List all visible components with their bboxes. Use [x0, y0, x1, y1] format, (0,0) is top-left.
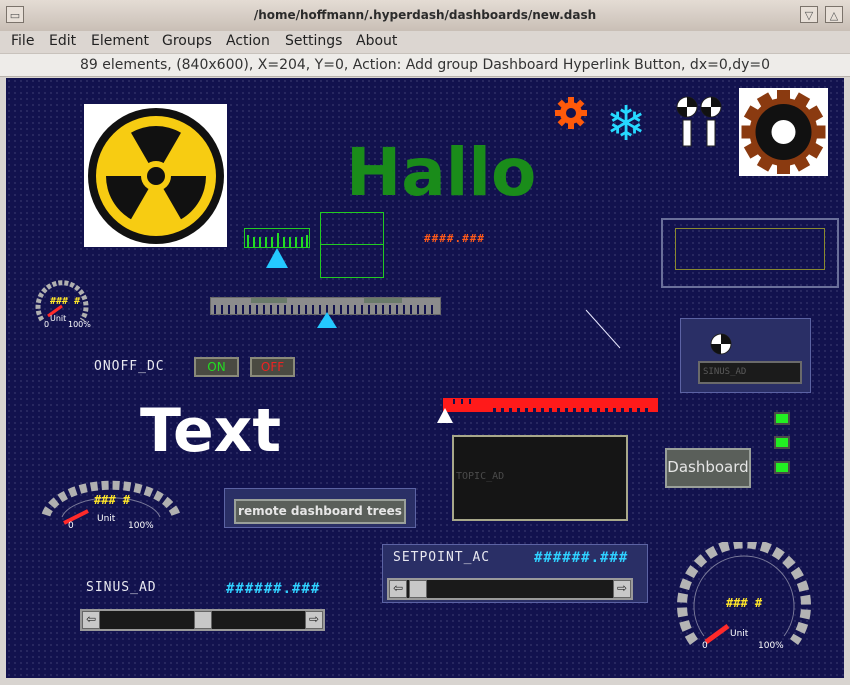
- setpoint-slider[interactable]: ⇦ ⇨: [387, 578, 633, 600]
- pointer-icon: [266, 248, 288, 274]
- remote-dashboard-trees-button[interactable]: remote dashboard trees: [234, 499, 406, 524]
- minimize-icon[interactable]: ▽: [800, 6, 818, 23]
- orange-value-display[interactable]: ####.###: [424, 232, 485, 245]
- medium-gauge-max: 100%: [128, 521, 154, 531]
- status-led-2: [774, 436, 790, 449]
- setpoint-label: SETPOINT_AC: [393, 550, 491, 565]
- setpoint-value: ######.###: [534, 550, 629, 566]
- menu-edit[interactable]: Edit: [49, 33, 76, 49]
- hallo-text[interactable]: Hallo: [346, 134, 536, 211]
- ticker-pointer-icon: [437, 408, 453, 428]
- snowflake-icon[interactable]: ❄: [606, 100, 646, 148]
- diagonal-line[interactable]: [584, 308, 624, 354]
- medium-gauge-min: 0: [68, 521, 74, 531]
- small-gauge-min: 0: [44, 320, 50, 329]
- menu-settings[interactable]: Settings: [285, 33, 342, 49]
- cogwheel-icon[interactable]: [739, 88, 828, 176]
- checkered-icon: [710, 333, 732, 359]
- menu-action[interactable]: Action: [226, 33, 270, 49]
- off-button[interactable]: OFF: [250, 357, 295, 377]
- topic-display[interactable]: TOPIC_AD: [452, 435, 628, 521]
- sinus-slider-thumb[interactable]: [194, 611, 212, 629]
- sinus-panel[interactable]: SINUS_AD: [680, 318, 811, 393]
- radiation-icon[interactable]: [84, 104, 227, 247]
- onoff-label: ONOFF_DC: [94, 359, 165, 374]
- dashboard-canvas[interactable]: Hallo ❄ ####.### ### # Unit 0 100% SINUS…: [6, 78, 844, 678]
- setpoint-panel: SETPOINT_AC ######.### ⇦ ⇨: [382, 544, 648, 603]
- slider-right-icon[interactable]: ⇨: [613, 580, 631, 598]
- title-bar: ▭ /home/hoffmann/.hyperdash/dashboards/n…: [0, 0, 850, 32]
- sinus-slider[interactable]: ⇦ ⇨: [80, 609, 325, 631]
- sinus-slider-left-icon[interactable]: ⇦: [82, 611, 100, 629]
- sinus-value: ######.###: [226, 581, 321, 597]
- sinus-label: SINUS_AD: [86, 580, 157, 595]
- large-gauge-unit: Unit: [730, 629, 749, 639]
- crosshair-frame[interactable]: [320, 212, 384, 278]
- menu-bar: File Edit Element Groups Action Settings…: [0, 31, 850, 53]
- green-scale[interactable]: [244, 228, 310, 248]
- large-gauge-value: ### #: [726, 596, 763, 610]
- on-button[interactable]: ON: [194, 357, 239, 377]
- scale-pointer-icon: [317, 312, 337, 332]
- big-text-label[interactable]: Text: [140, 396, 281, 466]
- sinus-slider-right-icon[interactable]: ⇨: [305, 611, 323, 629]
- dashboard-hyperlink-button[interactable]: Dashboard: [665, 448, 751, 488]
- status-bar: 89 elements, (840x600), X=204, Y=0, Acti…: [0, 53, 850, 77]
- small-gauge-unit: Unit: [50, 314, 67, 323]
- menu-file[interactable]: File: [11, 33, 34, 49]
- remote-panel: remote dashboard trees: [224, 488, 416, 528]
- menu-about[interactable]: About: [356, 33, 397, 49]
- medium-gauge-unit: Unit: [97, 514, 116, 524]
- menu-element[interactable]: Element: [91, 33, 149, 49]
- large-gauge-min: 0: [702, 641, 708, 651]
- window-title: /home/hoffmann/.hyperdash/dashboards/new…: [253, 8, 597, 22]
- red-ticker[interactable]: [443, 398, 658, 413]
- medium-gauge-value: ### #: [94, 493, 131, 507]
- slider-thumb[interactable]: [409, 580, 427, 598]
- small-gauge-value: ### #: [50, 296, 81, 307]
- gear-icon[interactable]: [554, 96, 588, 134]
- menu-groups[interactable]: Groups: [162, 33, 212, 49]
- slider-left-icon[interactable]: ⇦: [389, 580, 407, 598]
- frame-panel[interactable]: [661, 218, 839, 288]
- status-led-3: [774, 461, 790, 474]
- sinus-panel-display: SINUS_AD: [698, 361, 802, 384]
- small-gauge-max: 100%: [68, 320, 91, 329]
- maximize-icon[interactable]: △: [825, 6, 843, 23]
- status-led-1: [774, 412, 790, 425]
- checkered-flag-icon[interactable]: [676, 96, 724, 152]
- large-gauge-max: 100%: [758, 641, 784, 651]
